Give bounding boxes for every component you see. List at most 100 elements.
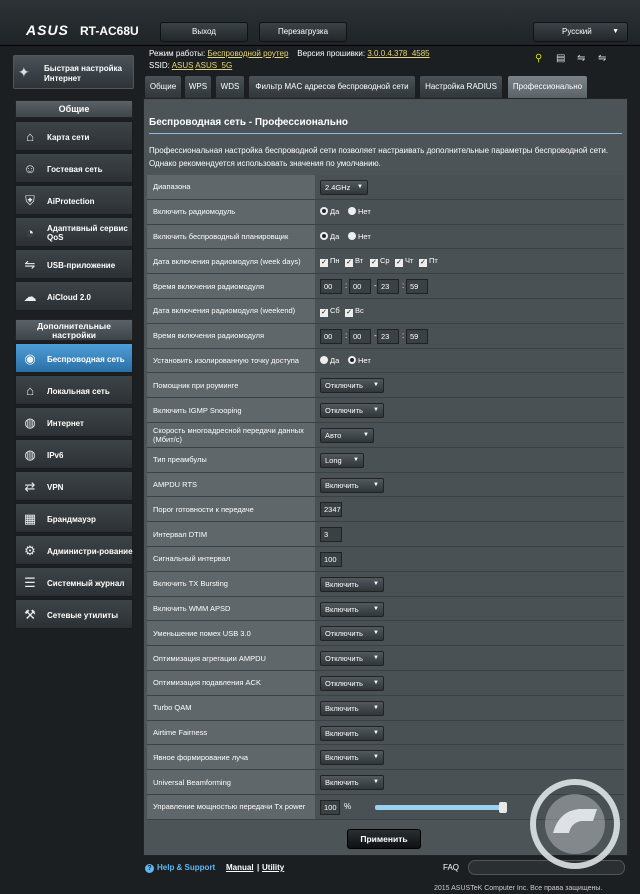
tab-4[interactable]: Настройка RADIUS xyxy=(419,75,503,98)
sidebar-item-tools[interactable]: ⚒ Сетевые утилиты xyxy=(15,599,133,629)
sidebar-item-label: Карта сети xyxy=(47,132,90,142)
ssid-link-5g[interactable]: ASUS_5G xyxy=(195,61,232,70)
wifi-icon[interactable]: ⚲ xyxy=(535,53,542,64)
beacon-label: Сигнальный интервал xyxy=(147,546,315,571)
end-hour-input[interactable]: 23 xyxy=(377,279,399,295)
tx-power-slider-handle[interactable] xyxy=(499,801,507,813)
reboot-button[interactable]: Перезагрузка xyxy=(259,22,347,42)
tx-bursting-select[interactable]: Включить ▼ xyxy=(320,576,384,592)
multicast-select[interactable]: Авто ▼ xyxy=(320,427,374,443)
weekend-checkbox[interactable]: ✓ Вс xyxy=(345,306,364,317)
ssid-link-24[interactable]: ASUS xyxy=(172,61,194,70)
firmware-label: Версия прошивки: xyxy=(297,49,366,58)
sidebar-item-qos-gauge[interactable]: ◔ Адаптивный сервис QoS xyxy=(15,217,133,247)
sidebar-item-wireless[interactable]: ◉ Беспроводная сеть xyxy=(15,343,133,373)
start-hour-input[interactable]: 00 xyxy=(320,328,342,344)
tx-power-slider[interactable] xyxy=(375,804,503,810)
sidebar-item-label: Брандмауэр xyxy=(47,514,96,524)
usb-icon[interactable]: ⇋ xyxy=(598,53,606,64)
radio-enable-yes[interactable]: Да xyxy=(320,206,339,216)
page-title: Беспроводная сеть - Профессионально xyxy=(149,117,348,128)
turbo-qam-select[interactable]: Включить ▼ xyxy=(320,700,384,716)
multicast-label: Скорость многоадресной передачи данных (… xyxy=(147,422,315,447)
utility-link[interactable]: Utility xyxy=(262,863,284,872)
network-map-icon: ⌂ xyxy=(26,129,34,144)
sidebar-item-label: Адаптивный сервис QoS xyxy=(47,224,128,242)
sidebar-item-network-map[interactable]: ⌂ Карта сети xyxy=(15,121,133,151)
tab-1[interactable]: WPS xyxy=(184,75,212,98)
sidebar-item-log[interactable]: ☰ Системный журнал xyxy=(15,567,133,597)
firmware-link[interactable]: 3.0.0.4.378_4585 xyxy=(367,49,429,58)
printer-icon[interactable]: ▤ xyxy=(556,53,565,64)
tab-5[interactable]: Профессионально xyxy=(507,75,588,98)
help-support-link[interactable]: ? Help & Support xyxy=(145,863,215,873)
ampdu-aggregation-select[interactable]: Отключить ▼ xyxy=(320,651,384,667)
sidebar-item-firewall[interactable]: ▦ Брандмауэр xyxy=(15,503,133,533)
sidebar-item-guest-network[interactable]: ☺ Гостевая сеть xyxy=(15,153,133,183)
manual-link[interactable]: Manual xyxy=(226,863,254,872)
sidebar-item-cloud[interactable]: ☁ AiCloud 2.0 xyxy=(15,281,133,311)
quick-internet-setup-button[interactable]: ✦ Быстрая настройка Интернет xyxy=(13,55,134,89)
weekday-checkbox[interactable]: ✓ Пн xyxy=(320,256,340,268)
band-select[interactable]: 2.4GHz ▼ xyxy=(320,180,368,195)
end-hour-input[interactable]: 23 xyxy=(377,328,399,344)
tx-power-input[interactable]: 100 xyxy=(320,799,340,815)
start-minute-input[interactable]: 00 xyxy=(349,279,371,295)
tab-3[interactable]: Фильтр MAC адресов беспроводной сети xyxy=(248,75,416,98)
dtim-input[interactable]: 3 xyxy=(320,527,342,543)
sidebar-item-label: Сетевые утилиты xyxy=(47,610,119,620)
table-row: Помощник при роуминге Отключить ▼ xyxy=(147,373,624,399)
end-minute-input[interactable]: 59 xyxy=(406,328,428,344)
wireless-icon: ◉ xyxy=(24,351,36,366)
ampdu-rts-select[interactable]: Включить ▼ xyxy=(320,477,384,493)
end-minute-input[interactable]: 59 xyxy=(406,279,428,295)
weekend-checkbox[interactable]: ✓ Сб xyxy=(320,306,340,317)
sidebar-item-label: IPv6 xyxy=(47,450,64,460)
start-minute-input[interactable]: 00 xyxy=(349,328,371,344)
sidebar-item-home[interactable]: ⌂ Локальная сеть xyxy=(15,375,133,405)
rts-threshold-input[interactable]: 2347 xyxy=(320,502,342,518)
wmm-apsd-select[interactable]: Включить ▼ xyxy=(320,601,384,617)
site-watermark-logo xyxy=(530,779,620,869)
sidebar-item-vpn[interactable]: ⇄ VPN xyxy=(15,471,133,501)
sidebar-item-globe[interactable]: ◍ Интернет xyxy=(15,407,133,437)
language-select[interactable]: Русский ▼ xyxy=(533,22,628,42)
sidebar-item-usb-app[interactable]: ⇋ USB-приложение xyxy=(15,249,133,279)
scheduler-no[interactable]: Нет xyxy=(348,231,371,241)
universal-beamforming-select[interactable]: Включить ▼ xyxy=(320,775,384,791)
question-icon: ? xyxy=(145,864,154,873)
apply-button[interactable]: Применить xyxy=(347,829,421,849)
igmp-select[interactable]: Отключить ▼ xyxy=(320,403,384,419)
roaming-select[interactable]: Отключить ▼ xyxy=(320,378,384,394)
igmp-label: Включить IGMP Snooping xyxy=(147,398,315,422)
page-description: Профессиональная настройка беспроводной … xyxy=(149,146,609,168)
usb-icon[interactable]: ⇋ xyxy=(577,53,585,64)
ap-isolation-yes[interactable]: Да xyxy=(320,355,339,365)
tab-0[interactable]: Общие xyxy=(144,75,182,98)
scheduler-yes[interactable]: Да xyxy=(320,231,339,241)
chevron-down-icon: ▼ xyxy=(373,630,379,637)
beamforming-select[interactable]: Включить ▼ xyxy=(320,750,384,766)
table-row: Оптимизация агрегации AMPDU Отключить ▼ xyxy=(147,646,624,671)
ack-suppression-select[interactable]: Отключить ▼ xyxy=(320,675,384,691)
sidebar-item-label: Беспроводная сеть xyxy=(47,354,125,364)
start-hour-input[interactable]: 00 xyxy=(320,279,342,295)
band-value: 2.4GHz xyxy=(325,183,351,192)
weekend-label: Дата включения радиомодуля (weekend) xyxy=(147,298,315,323)
beacon-input[interactable]: 100 xyxy=(320,551,342,567)
weekday-checkbox[interactable]: ✓ Чт xyxy=(395,256,413,268)
weekday-checkbox[interactable]: ✓ Ср xyxy=(370,256,390,268)
preamble-select[interactable]: Long ▼ xyxy=(320,452,364,468)
radio-enable-no[interactable]: Нет xyxy=(348,206,371,216)
weekday-checkbox[interactable]: ✓ Пт xyxy=(419,256,438,268)
tab-2[interactable]: WDS xyxy=(215,75,245,98)
ap-isolation-no[interactable]: Нет xyxy=(348,355,371,365)
logout-button[interactable]: Выход xyxy=(160,22,248,42)
airtime-fairness-select[interactable]: Включить ▼ xyxy=(320,725,384,741)
sidebar-item-ipv6-globe[interactable]: ◍ IPv6 xyxy=(15,439,133,469)
usb3-interference-select[interactable]: Отключить ▼ xyxy=(320,626,384,642)
sidebar-item-admin[interactable]: ⚙ Администри-рование xyxy=(15,535,133,565)
sidebar-item-shield[interactable]: ⛨ AiProtection xyxy=(15,185,133,215)
mode-link[interactable]: Беспроводной роутер xyxy=(208,49,289,58)
weekday-checkbox[interactable]: ✓ Вт xyxy=(345,256,363,268)
